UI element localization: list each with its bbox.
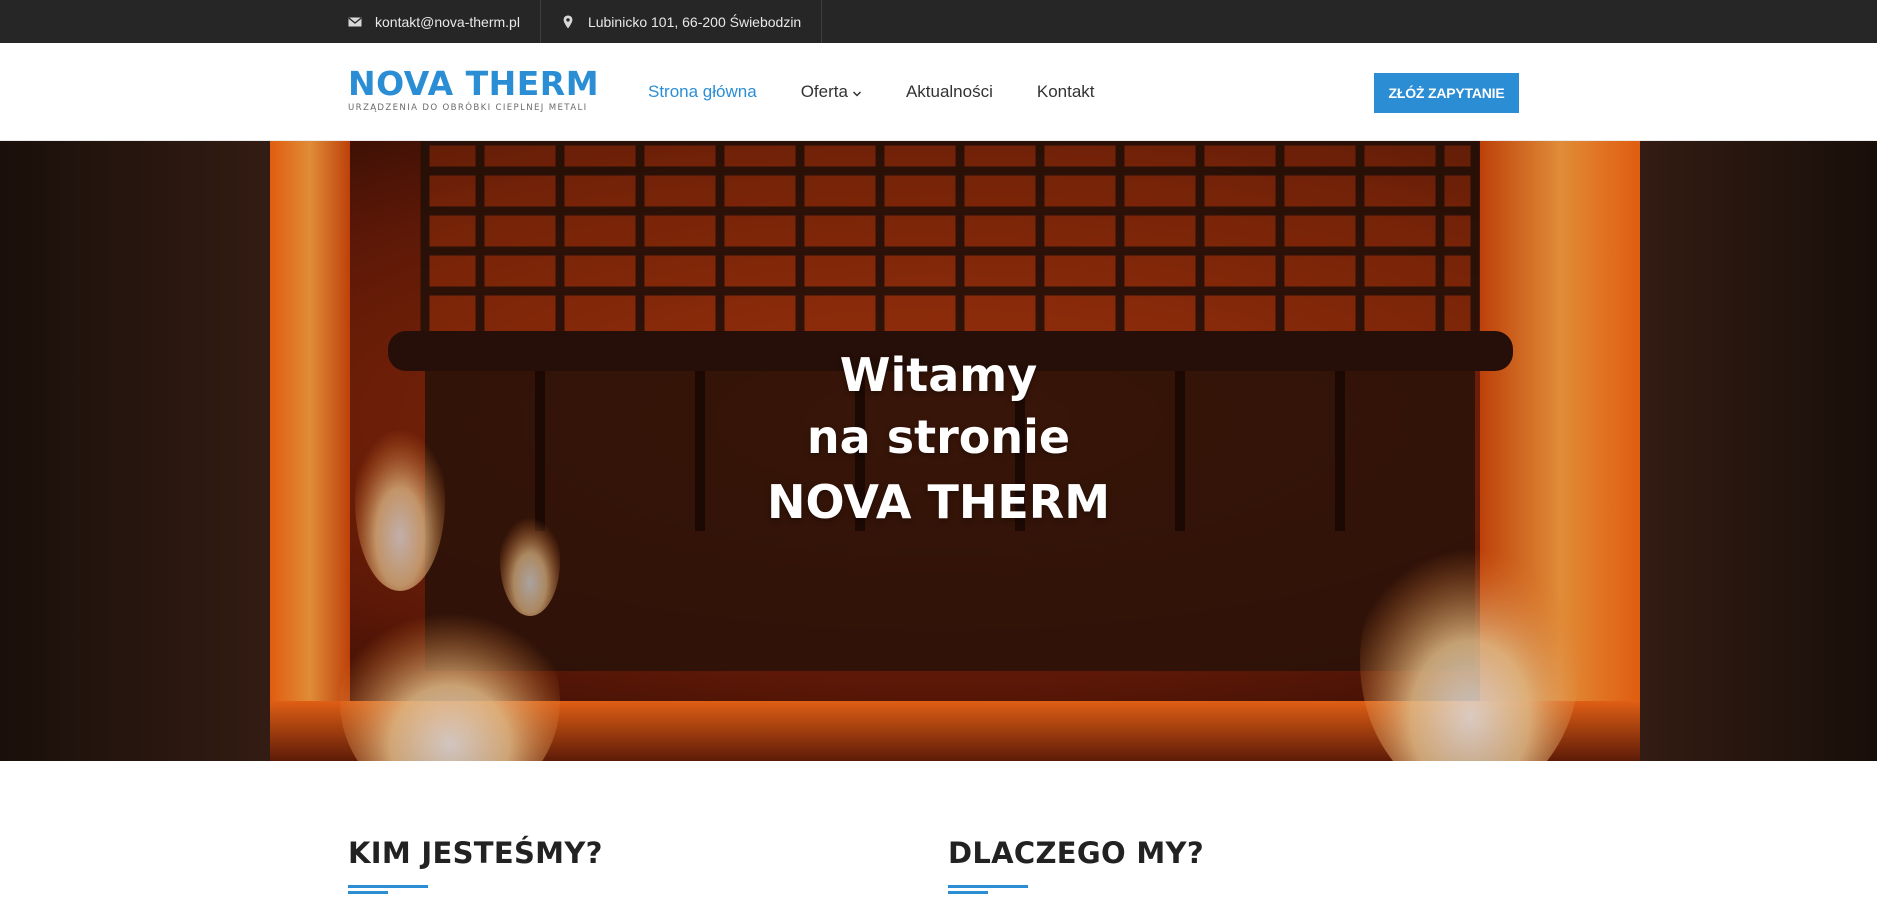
logo-tagline: URZĄDZENIA DO OBRÓBKI CIEPLNEJ METALI: [348, 103, 588, 113]
nav-item-news[interactable]: Aktualności: [906, 82, 993, 102]
nav-item-offer[interactable]: Oferta: [801, 81, 862, 103]
envelope-icon: [348, 15, 362, 29]
section-underline: [348, 885, 428, 888]
section-underline: [948, 885, 1028, 888]
hero-banner: Witamy na stronie NOVA THERM: [0, 141, 1877, 761]
main-nav: Strona główna Oferta Aktualności Kontakt: [648, 43, 1139, 141]
hero-heading: Witamy na stronie NOVA THERM: [0, 344, 1877, 536]
logo-name: NOVA THERM: [348, 64, 600, 103]
top-info-bar: kontakt@nova-therm.pl Lubinicko 101, 66-…: [0, 0, 1877, 43]
hero-line-3: NOVA THERM: [767, 475, 1110, 529]
section-underline-short: [348, 891, 388, 894]
hero-line-1: Witamy: [839, 348, 1038, 402]
nav-item-contact[interactable]: Kontakt: [1037, 82, 1095, 102]
chevron-down-icon: [852, 83, 862, 103]
contact-address: Lubinicko 101, 66-200 Świebodzin: [561, 0, 823, 43]
map-marker-icon: [561, 15, 575, 29]
address-text: Lubinicko 101, 66-200 Świebodzin: [587, 13, 802, 30]
site-header: NOVA THERM URZĄDZENIA DO OBRÓBKI CIEPLNE…: [0, 43, 1877, 141]
email-text[interactable]: kontakt@nova-therm.pl: [375, 14, 520, 30]
nav-item-home[interactable]: Strona główna: [648, 82, 757, 102]
section-underline-short: [948, 891, 988, 894]
hero-line-2: na stronie: [806, 410, 1071, 464]
section-title-why-us: DLACZEGO MY?: [948, 836, 1204, 870]
submit-inquiry-button[interactable]: ZŁÓŻ ZAPYTANIE: [1374, 73, 1519, 113]
contact-email[interactable]: kontakt@nova-therm.pl: [348, 0, 541, 43]
section-title-who-we-are: KIM JESTEŚMY?: [348, 836, 603, 870]
logo[interactable]: NOVA THERM URZĄDZENIA DO OBRÓBKI CIEPLNE…: [348, 64, 600, 115]
